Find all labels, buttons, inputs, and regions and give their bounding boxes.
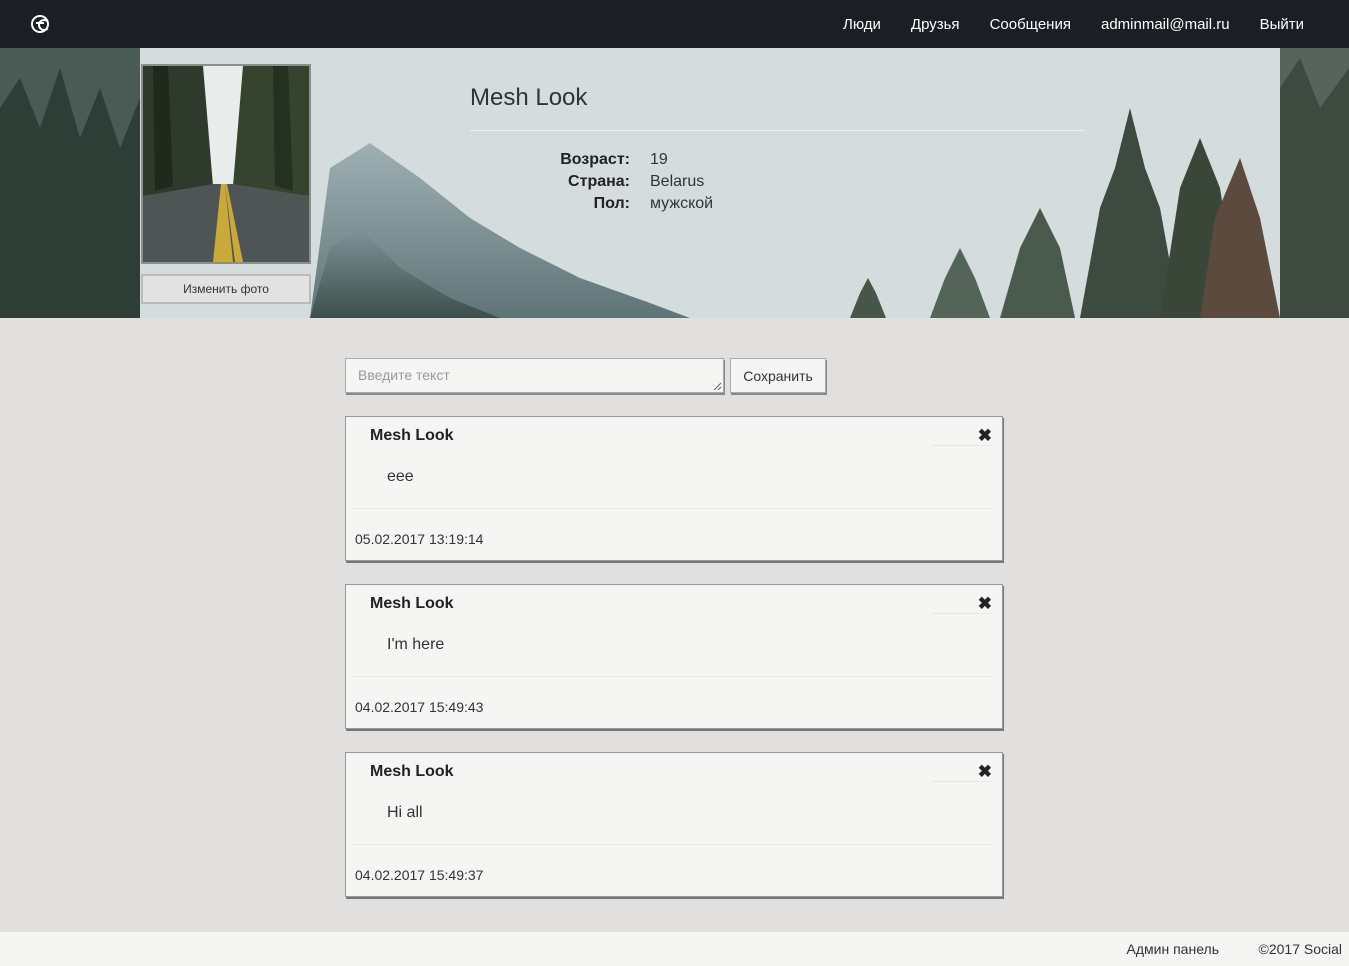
info-label: Страна: — [568, 173, 630, 190]
profile-divider — [470, 130, 1085, 131]
road-photo-image — [143, 66, 309, 262]
post-divider — [352, 844, 992, 845]
info-value: 19 — [650, 151, 668, 168]
page-footer: Админ панель ©2017 Social — [0, 932, 1349, 966]
post-date: 04.02.2017 15:49:43 — [355, 699, 484, 715]
info-label: Возраст: — [560, 151, 630, 168]
post-card: Mesh Look ✖ Hi all 04.02.2017 15:49:37 — [345, 752, 1003, 897]
nav-friends-link[interactable]: Друзья — [911, 16, 960, 33]
post-header-divider — [932, 613, 992, 614]
profile-photo[interactable] — [141, 64, 311, 264]
nav-logout-link[interactable]: Выйти — [1260, 16, 1304, 33]
nav-people-link[interactable]: Люди — [843, 16, 881, 33]
post-text: Hi all — [387, 804, 423, 821]
post-author[interactable]: Mesh Look — [370, 763, 454, 781]
delete-post-icon[interactable]: ✖ — [978, 595, 992, 612]
info-row-age: Возраст: 19 — [470, 151, 870, 173]
top-navbar: Люди Друзья Сообщения adminmail@mail.ru … — [0, 0, 1349, 48]
post-date: 05.02.2017 13:19:14 — [355, 531, 484, 547]
admin-panel-link[interactable]: Админ панель — [1127, 941, 1219, 957]
post-text: eee — [387, 468, 414, 485]
post-header-divider — [932, 781, 992, 782]
info-label: Пол: — [593, 195, 630, 212]
info-row-country: Страна: Belarus — [470, 173, 870, 195]
info-value: Belarus — [650, 173, 705, 190]
post-text-input[interactable] — [345, 358, 724, 393]
info-row-gender: Пол: мужской — [470, 195, 870, 217]
post-divider — [352, 508, 992, 509]
delete-post-icon[interactable]: ✖ — [978, 763, 992, 780]
resize-grip-icon[interactable] — [713, 382, 722, 391]
copyright-text: ©2017 Social — [1258, 941, 1342, 957]
post-text: I'm here — [387, 636, 445, 653]
post-author[interactable]: Mesh Look — [370, 595, 454, 613]
post-card: Mesh Look ✖ eee 05.02.2017 13:19:14 — [345, 416, 1003, 561]
delete-post-icon[interactable]: ✖ — [978, 427, 992, 444]
nav-links: Люди Друзья Сообщения adminmail@mail.ru … — [813, 0, 1304, 48]
post-author[interactable]: Mesh Look — [370, 427, 454, 445]
social-logo-icon[interactable] — [31, 15, 50, 33]
save-post-button[interactable]: Сохранить — [730, 358, 826, 393]
profile-name: Mesh Look — [470, 84, 588, 111]
nav-user-email-link[interactable]: adminmail@mail.ru — [1101, 16, 1230, 33]
post-card: Mesh Look ✖ I'm here 04.02.2017 15:49:43 — [345, 584, 1003, 729]
post-divider — [352, 676, 992, 677]
nav-messages-link[interactable]: Сообщения — [990, 16, 1071, 33]
post-header-divider — [932, 445, 992, 446]
post-date: 04.02.2017 15:49:37 — [355, 867, 484, 883]
change-photo-button[interactable]: Изменить фото — [141, 274, 311, 304]
info-value: мужской — [650, 195, 714, 212]
